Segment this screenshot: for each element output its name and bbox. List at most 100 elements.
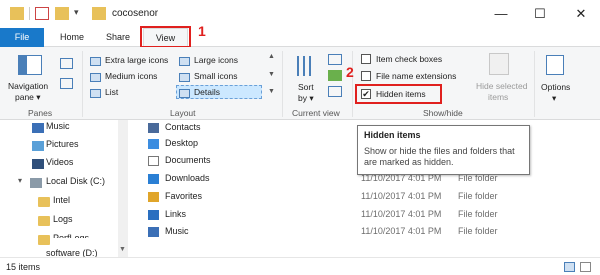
group-label-layout: Layout [170, 108, 196, 118]
documents-icon [148, 156, 159, 166]
music-icon [148, 227, 159, 237]
nav-item-videos[interactable]: Videos [46, 157, 73, 167]
list-item[interactable]: Links 11/10/2017 4:01 PM File folder [138, 207, 600, 223]
group-label-show-hide: Show/hide [423, 108, 463, 118]
status-bar: 15 items [0, 257, 600, 275]
qa-dropdown-icon[interactable]: ▾ [74, 7, 79, 18]
folder-icon [38, 235, 50, 245]
options-button[interactable]: Options [541, 82, 570, 92]
date-modified: 11/10/2017 4:01 PM [361, 191, 442, 201]
add-columns-icon[interactable] [328, 70, 342, 81]
folder-icon [38, 197, 50, 207]
minimize-button[interactable]: — [486, 4, 516, 24]
nav-item-music[interactable]: Music [46, 121, 70, 131]
favorites-icon [148, 192, 159, 202]
navigation-pane-button[interactable]: Navigation [8, 81, 48, 91]
file-type: File folder [458, 209, 498, 219]
nav-item-pictures[interactable]: Pictures [46, 139, 79, 149]
layout-scroll-down-icon[interactable]: ▼ [268, 71, 275, 78]
details-pane-icon[interactable] [60, 78, 73, 89]
tab-home[interactable]: Home [52, 28, 92, 47]
hidden-items-tooltip: Hidden items Show or hide the files and … [357, 125, 530, 175]
navigation-pane: Music Pictures Videos ▾ Local Disk (C:) … [0, 120, 130, 258]
new-folder-icon[interactable] [55, 7, 69, 20]
hide-selected-items-button[interactable]: Hide selected [476, 81, 528, 91]
file-name: Contacts [165, 122, 201, 132]
ribbon: Navigation pane ▾ Panes Extra large icon… [0, 47, 600, 120]
preview-pane-icon[interactable] [60, 58, 73, 69]
close-button[interactable]: ✕ [566, 4, 596, 24]
expand-arrow-icon[interactable]: ▾ [18, 176, 22, 185]
date-modified: 11/10/2017 4:01 PM [361, 226, 442, 236]
item-check-boxes-label: Item check boxes [376, 54, 443, 64]
size-columns-icon[interactable] [328, 86, 342, 97]
layout-extra-large-icons[interactable]: Extra large icons [105, 55, 168, 65]
layout-scroll-up-icon[interactable]: ▲ [268, 53, 275, 60]
layout-expand-icon[interactable]: ▼ [268, 88, 275, 95]
list-item[interactable]: Music 11/10/2017 4:01 PM File folder [138, 224, 600, 240]
title-bar: ▾ cocosenor — ☐ ✕ [0, 0, 600, 28]
list-item[interactable]: Favorites 11/10/2017 4:01 PM File folder [138, 189, 600, 205]
file-name: Favorites [165, 191, 203, 201]
highlight-view-tab [140, 26, 191, 48]
item-check-boxes-checkbox[interactable] [361, 54, 371, 64]
details-icon [179, 89, 190, 98]
folder-icon [92, 7, 106, 20]
nav-item-logs[interactable]: Logs [53, 214, 73, 224]
maximize-button[interactable]: ☐ [525, 4, 555, 24]
sort-by-button-sub[interactable]: by ▾ [298, 93, 314, 104]
music-icon [32, 123, 44, 133]
desktop-icon [148, 139, 159, 149]
hide-selected-items-icon [489, 53, 509, 75]
step-2-label: 2 [346, 64, 354, 80]
local-disk-icon [30, 178, 42, 188]
file-name-extensions-label: File name extensions [376, 71, 457, 81]
tab-file[interactable]: File [0, 28, 44, 47]
extra-large-icons-icon [90, 57, 101, 66]
separator [352, 51, 353, 117]
nav-item-intel[interactable]: Intel [53, 195, 70, 205]
links-icon [148, 210, 159, 220]
file-name-extensions-checkbox[interactable] [361, 71, 371, 81]
sort-by-button[interactable]: Sort [298, 82, 314, 92]
tab-share[interactable]: Share [98, 28, 138, 47]
videos-icon [32, 159, 44, 169]
details-view-icon[interactable] [564, 262, 575, 272]
ribbon-tabs: File Home Share View [0, 28, 600, 48]
nav-item-local-disk[interactable]: Local Disk (C:) [46, 176, 105, 186]
large-icons-view-icon[interactable] [580, 262, 591, 272]
sort-by-icon [295, 56, 315, 78]
large-icons-icon [179, 57, 190, 66]
file-name: Desktop [165, 138, 199, 148]
layout-large-icons[interactable]: Large icons [194, 55, 238, 65]
group-label-panes: Panes [28, 108, 53, 118]
separator [534, 51, 535, 117]
group-by-icon[interactable] [328, 54, 342, 65]
step-1-label: 1 [198, 23, 206, 39]
contacts-icon [148, 123, 159, 133]
divider [29, 7, 30, 20]
layout-list[interactable]: List [105, 87, 118, 97]
downloads-icon [148, 174, 159, 184]
file-name: Downloads [165, 173, 210, 183]
window-title: cocosenor [112, 8, 159, 19]
navigation-pane-button-sub[interactable]: pane ▾ [15, 92, 41, 103]
layout-medium-icons[interactable]: Medium icons [105, 71, 157, 81]
nav-scroll-down-icon[interactable]: ▼ [119, 246, 126, 253]
nav-item-perflogs[interactable]: PerfLogs [53, 233, 89, 238]
list-icon [90, 89, 101, 98]
item-count: 15 items [6, 262, 41, 272]
properties-icon[interactable] [35, 7, 49, 20]
medium-icons-icon [90, 73, 101, 82]
layout-details[interactable]: Details [194, 87, 220, 97]
layout-small-icons[interactable]: Small icons [194, 71, 237, 81]
file-name: Links [165, 209, 187, 219]
options-dropdown-icon[interactable]: ▾ [552, 93, 556, 104]
group-label-current-view: Current view [292, 108, 340, 118]
highlight-hidden-items [355, 84, 442, 104]
nav-scrollbar[interactable] [118, 120, 128, 257]
tooltip-title: Hidden items [364, 130, 421, 140]
hide-selected-items-button-sub[interactable]: items [488, 92, 508, 102]
separator [82, 51, 83, 117]
folder-icon[interactable] [10, 7, 24, 20]
